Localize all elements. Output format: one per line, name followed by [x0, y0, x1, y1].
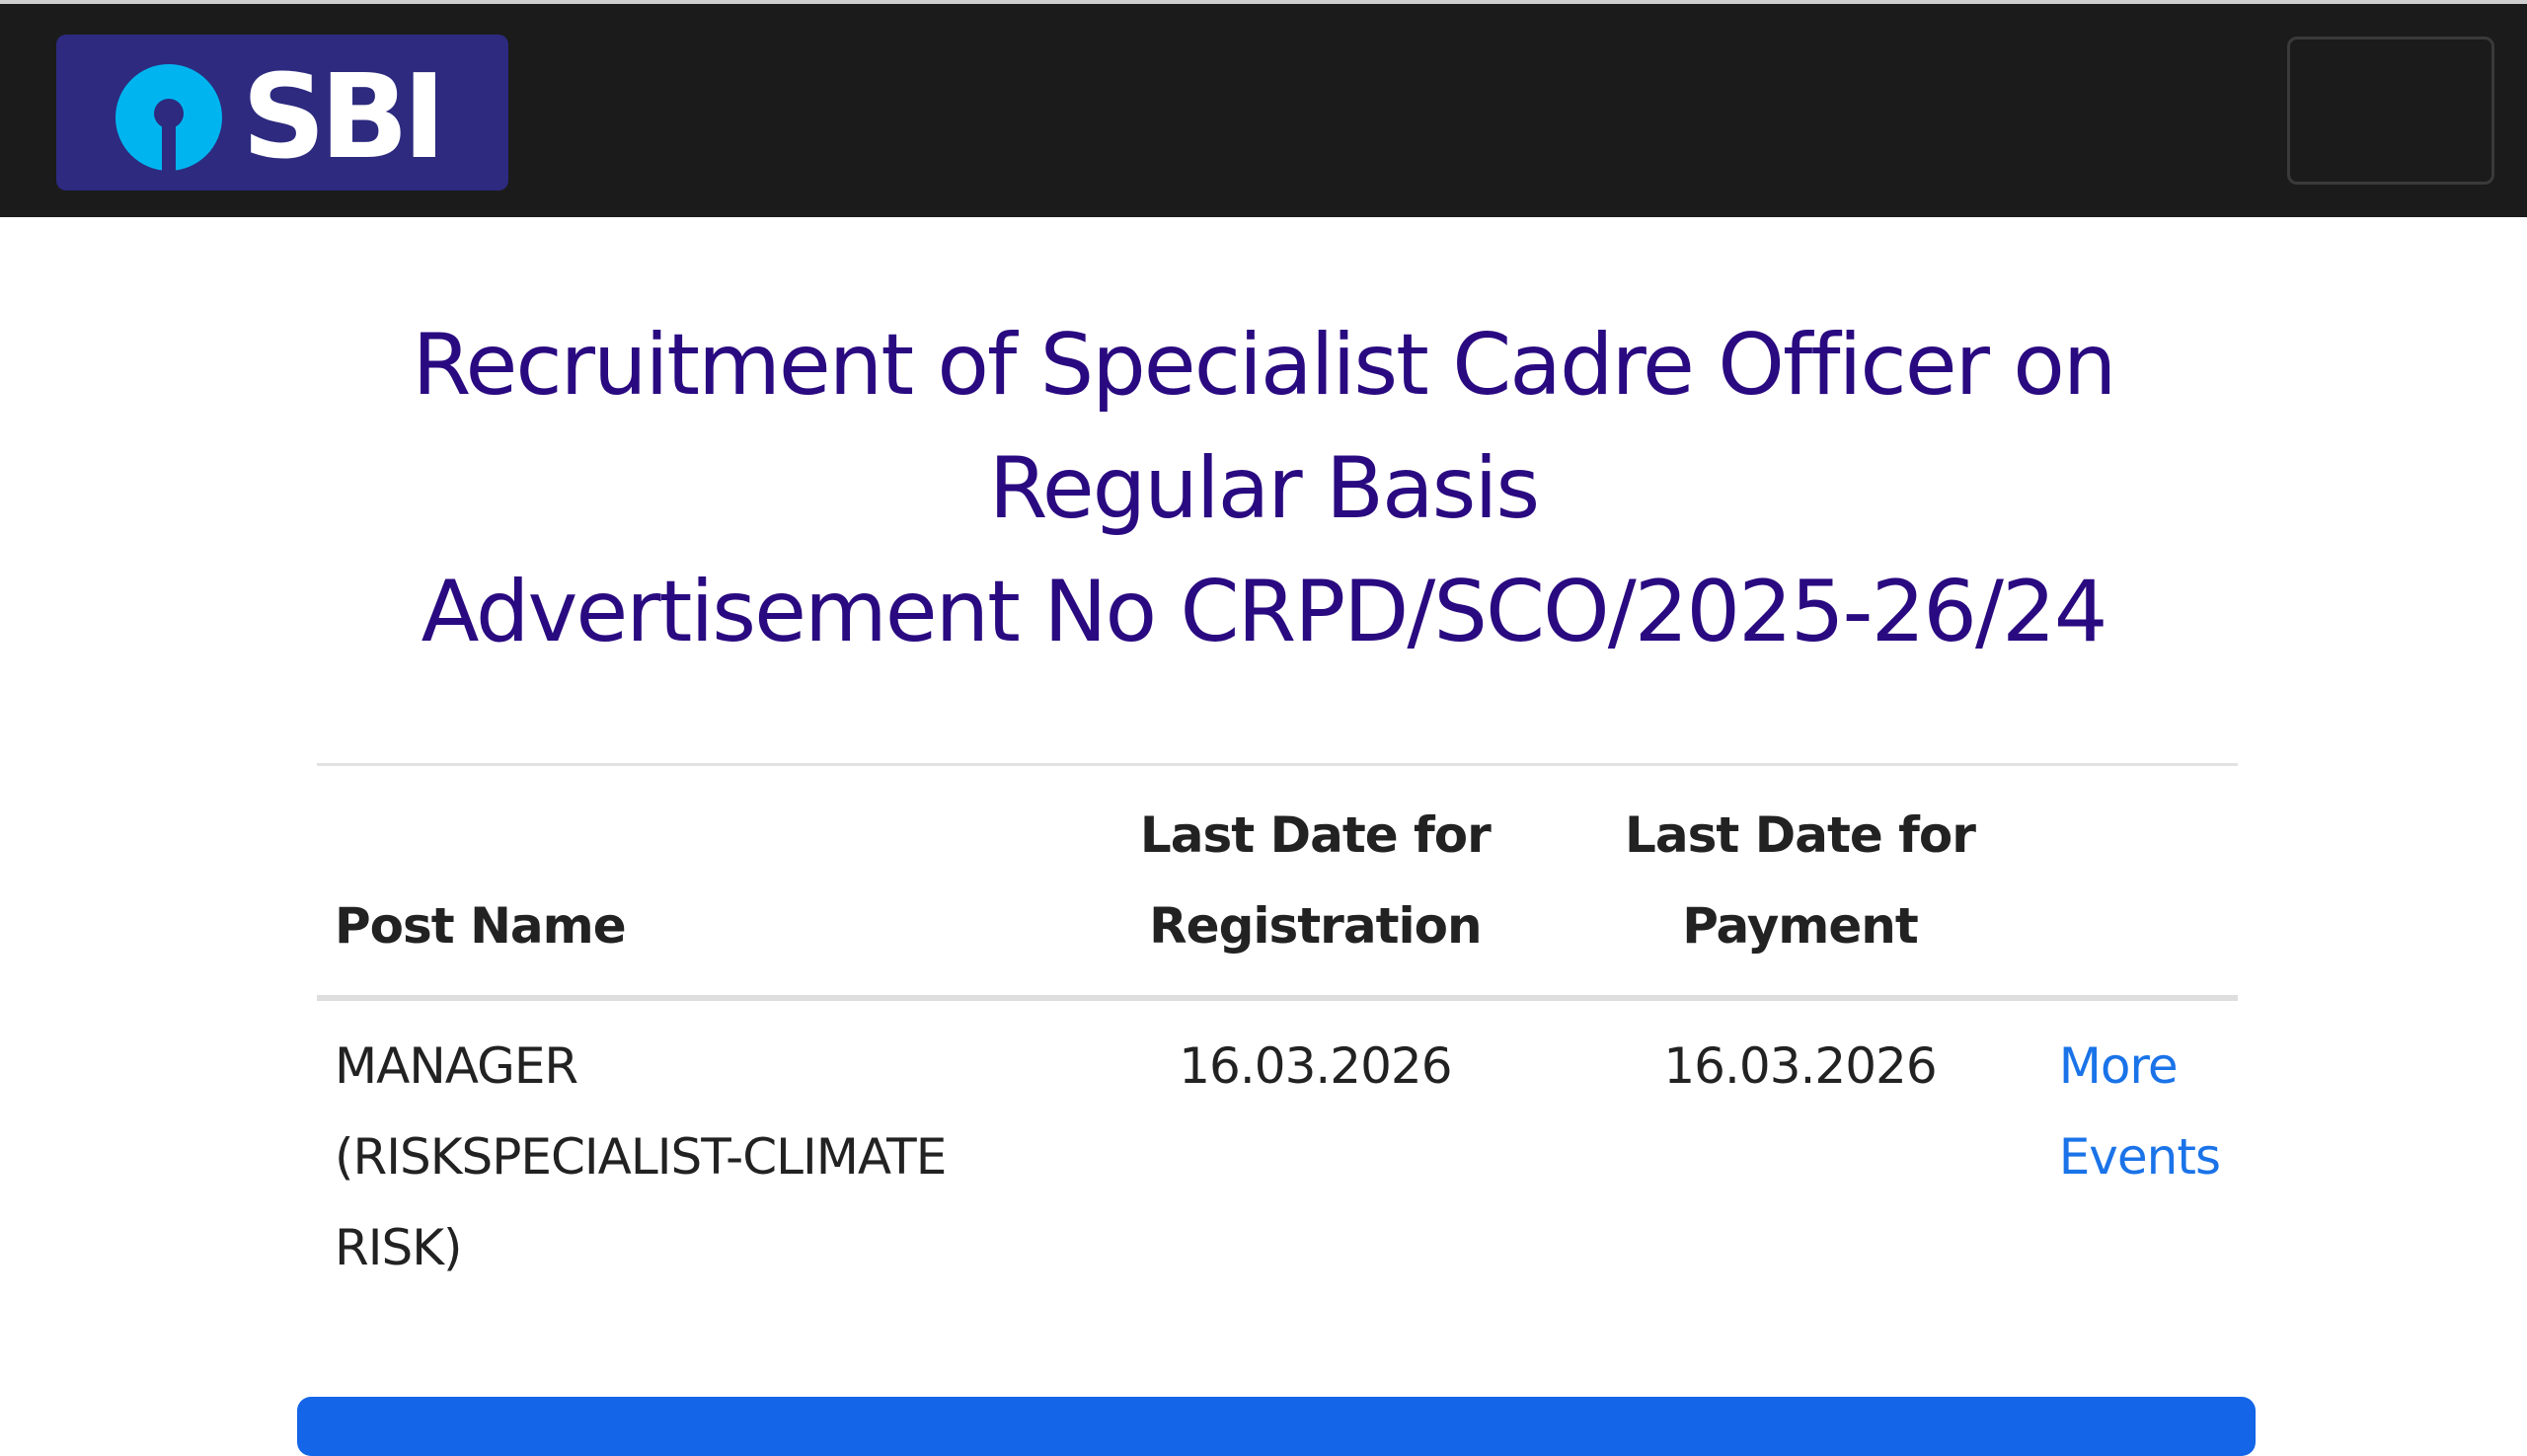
menu-toggle-button[interactable] — [2287, 37, 2494, 185]
registration-date-cell: 16.03.2026 — [1179, 1037, 1452, 1095]
sbi-keyhole-icon — [115, 64, 222, 171]
title-line-3: Advertisement No CRPD/SCO/2025-26/24 — [421, 563, 2108, 661]
more-events-link[interactable]: More Events — [2059, 1021, 2221, 1202]
page-title: Recruitment of Specialist Cadre Officer … — [197, 304, 2330, 674]
header-post-name: Post Name — [317, 763, 1072, 1001]
header-payment-date: Last Date for Payment — [1559, 763, 2041, 1001]
title-line-1: Recruitment of Specialist Cadre Officer … — [412, 316, 2117, 415]
payment-date-cell: 16.03.2026 — [1663, 1037, 1937, 1095]
logo-text: SBI — [242, 48, 446, 185]
table-header-row: Post Name Last Date for Registration Las… — [317, 763, 2238, 1001]
posts-table: Post Name Last Date for Registration Las… — [317, 763, 2238, 1313]
action-button[interactable] — [297, 1397, 2256, 1456]
navbar: SBI — [0, 4, 2527, 217]
table-row: MANAGER (RISKSPECIALIST-CLIMATE RISK) 16… — [317, 998, 2238, 1313]
header-registration-date: Last Date for Registration — [1071, 763, 1560, 1001]
sbi-logo[interactable]: SBI — [56, 35, 508, 191]
header-more — [2040, 763, 2238, 1001]
title-line-2: Regular Basis — [988, 439, 1540, 538]
more-events-cell: More Events — [2041, 998, 2238, 1313]
post-name-cell: MANAGER (RISKSPECIALIST-CLIMATE RISK) — [335, 1037, 947, 1276]
